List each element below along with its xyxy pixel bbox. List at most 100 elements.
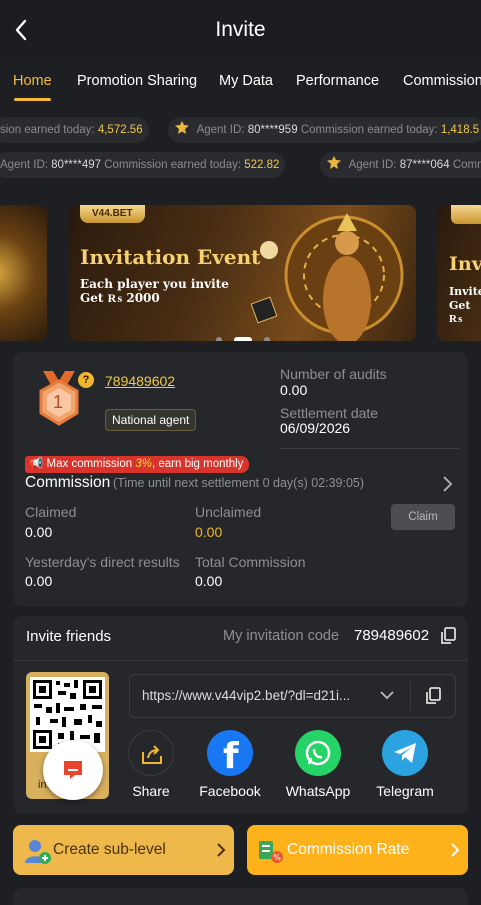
- ticker-label: Commission earned today:: [300, 124, 438, 136]
- banner-headline: Inv: [449, 253, 481, 275]
- tab-my-data[interactable]: My Data: [219, 73, 273, 89]
- tab-performance[interactable]: Performance: [296, 73, 379, 89]
- banner-line1: Each player you invite: [80, 277, 229, 291]
- agent-level-badge: National agent: [105, 409, 197, 431]
- yesterday-label: Yesterday's direct results: [25, 554, 180, 570]
- carousel-dots: [69, 331, 416, 341]
- banner-next[interactable]: Inv Invite Get ₨: [437, 205, 481, 341]
- chevron-right-icon: [451, 843, 460, 857]
- earnings-ticker-1: sion earned today: 4,572.56 Agent ID: 80…: [0, 117, 481, 143]
- settlement-label: Settlement date: [280, 405, 379, 421]
- carousel-dot-active[interactable]: [233, 336, 252, 341]
- chevron-down-icon[interactable]: [380, 690, 394, 700]
- telegram-label: Telegram: [376, 783, 434, 799]
- banner-line2: Get ₨: [449, 299, 471, 325]
- whatsapp-button[interactable]: [295, 730, 341, 776]
- invite-title: Invite friends: [26, 628, 112, 645]
- ticker-value: 1,418.5: [440, 124, 480, 136]
- invite-link-field[interactable]: https://www.v44vip2.bet/?dl=d21i...: [129, 674, 456, 718]
- banner-invitation-event[interactable]: V44.BET Invitation Event Each player you…: [69, 205, 416, 341]
- agent-commission-card: 1 ? 789489602 National agent Number of a…: [13, 352, 468, 607]
- claim-button[interactable]: Claim: [391, 504, 455, 530]
- divider: [410, 681, 411, 711]
- unclaimed-value: 0.00: [195, 524, 223, 540]
- copy-link-icon[interactable]: [425, 687, 441, 705]
- active-tab-indicator: [14, 98, 51, 101]
- agent-id: 80****959: [247, 124, 298, 136]
- banner-headline: Invitation Event: [80, 245, 261, 269]
- banner-prev[interactable]: [0, 205, 47, 341]
- create-sub-level-button[interactable]: Create sub-level: [13, 825, 234, 875]
- page-title: Invite: [215, 18, 266, 41]
- chevron-right-icon: [217, 843, 226, 857]
- ticker-item: Agent ID: 80****497 Commission earned to…: [0, 152, 286, 178]
- settlement-timer: (Time until next settlement 0 day(s) 02:…: [113, 476, 365, 490]
- commission-rate-button[interactable]: % Commission Rate: [247, 825, 468, 875]
- commission-rate-icon: %: [259, 841, 283, 863]
- share-icon: [142, 745, 162, 764]
- create-sub-level-label: Create sub-level: [53, 841, 166, 858]
- claimed-label: Claimed: [25, 504, 77, 520]
- chat-support-button[interactable]: [43, 740, 103, 800]
- facebook-icon: f: [223, 736, 239, 777]
- agent-label: Agent ID:: [0, 159, 48, 171]
- ticker-value: 4,572.56: [97, 124, 143, 136]
- medal-icon: [175, 121, 189, 134]
- tab-bar: Home Promotion Sharing My Data Performan…: [0, 62, 481, 104]
- promo-text: , earn big monthly: [152, 458, 244, 470]
- ticker-label: Comm: [452, 159, 481, 171]
- audits-label: Number of audits: [280, 366, 387, 382]
- add-user-icon: [25, 840, 51, 864]
- megaphone-icon: 📢: [29, 458, 44, 470]
- agent-label: Agent ID:: [196, 124, 245, 136]
- invitation-code-label: My invitation code: [223, 628, 340, 644]
- divider: [13, 660, 468, 661]
- agent-id[interactable]: 789489602: [105, 373, 175, 389]
- invitation-code-value: 789489602: [354, 627, 430, 644]
- tab-commission[interactable]: Commission: [403, 73, 481, 89]
- promo-banner: 📢 Max commission 3%, earn big monthly: [25, 456, 250, 473]
- ticker-item: sion earned today: 4,572.56: [0, 117, 149, 143]
- copy-code-icon[interactable]: [440, 627, 456, 645]
- total-commission-value: 0.00: [195, 573, 223, 589]
- chat-bubble-icon: [64, 761, 82, 779]
- ticker-value: 522.82: [244, 159, 280, 171]
- banner-brand-tag: V44.BET: [80, 205, 145, 223]
- ticker-label: Commission earned today:: [104, 159, 242, 171]
- carousel-dot[interactable]: [263, 336, 270, 341]
- share-button[interactable]: [128, 730, 174, 776]
- whatsapp-label: WhatsApp: [285, 783, 351, 799]
- tab-home[interactable]: Home: [13, 73, 52, 89]
- ticker-item: Agent ID: 87****064 Comm: [320, 152, 481, 178]
- chevron-right-icon[interactable]: [441, 475, 453, 493]
- help-icon[interactable]: ?: [78, 372, 94, 388]
- telegram-icon: [394, 743, 416, 763]
- tab-promotion-sharing[interactable]: Promotion Sharing: [77, 73, 197, 89]
- agent-label: Agent ID:: [348, 159, 397, 171]
- total-commission-label: Total Commission: [195, 554, 306, 570]
- banner-line1: Invite: [449, 285, 481, 298]
- whatsapp-icon: [305, 740, 331, 766]
- medal-icon: [327, 156, 341, 169]
- facebook-button[interactable]: f: [207, 730, 253, 777]
- next-section-card: [13, 888, 468, 905]
- commission-rate-label: Commission Rate: [287, 841, 410, 858]
- rank-number: 1: [53, 392, 64, 412]
- header: Invite: [0, 0, 481, 60]
- commission-title: Commission: [25, 474, 111, 491]
- audits-value: 0.00: [280, 382, 308, 398]
- agent-id: 80****497: [51, 159, 102, 171]
- deity-illustration: [250, 213, 404, 341]
- settlement-value: 06/09/2026: [280, 420, 351, 436]
- telegram-button[interactable]: [382, 730, 428, 776]
- divider: [280, 448, 460, 449]
- svg-text:%: %: [273, 853, 281, 862]
- promo-text: Max commission: [46, 458, 133, 470]
- facebook-label: Facebook: [199, 783, 261, 799]
- carousel-dot[interactable]: [215, 336, 222, 341]
- ticker-item: Agent ID: 80****959 Commission earned to…: [168, 117, 481, 143]
- agent-id: 87****064: [399, 159, 450, 171]
- share-label: Share: [132, 783, 170, 799]
- promo-pct: 3%: [135, 458, 152, 470]
- ticker-label: sion earned today:: [0, 124, 95, 136]
